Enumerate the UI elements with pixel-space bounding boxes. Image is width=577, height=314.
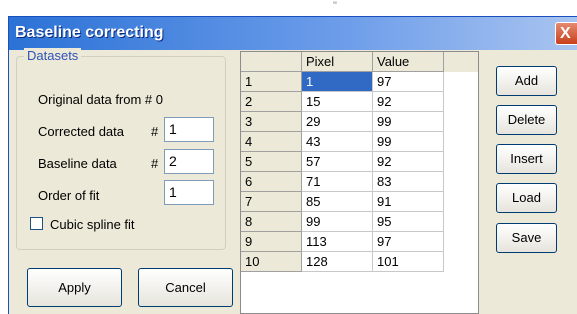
add-button[interactable]: Add [496,66,557,96]
pixel-cell[interactable]: 1 [302,72,373,92]
pixel-cell[interactable]: 57 [302,152,373,172]
value-cell[interactable]: 91 [373,192,444,212]
value-cell[interactable]: 97 [373,72,444,92]
row-number[interactable]: 2 [241,92,302,112]
row-number[interactable]: 9 [241,232,302,252]
data-grid: Pixel Value 1 1 97 2 15 92 3 29 99 4 43 … [240,51,479,314]
corrected-data-input[interactable]: 1 [164,117,214,142]
pixel-cell[interactable]: 113 [302,232,373,252]
cancel-button[interactable]: Cancel [138,268,233,307]
datasets-group-label: Datasets [24,48,82,63]
corrected-hash: # [151,124,159,139]
row-number[interactable]: 3 [241,112,302,132]
row-number[interactable]: 8 [241,212,302,232]
dialog-title: Baseline correcting [15,24,164,41]
top-mark: " [333,0,337,12]
table-row: 6 71 83 [241,172,478,192]
order-of-fit-input[interactable]: 1 [164,180,214,205]
pixel-cell[interactable]: 71 [302,172,373,192]
corrected-data-label: Corrected data [38,124,124,139]
column-header-value[interactable]: Value [373,52,444,72]
delete-button[interactable]: Delete [496,105,557,135]
table-row: 3 29 99 [241,112,478,132]
grid-header: Pixel Value [241,52,478,72]
cubic-spline-label: Cubic spline fit [50,217,135,232]
row-number[interactable]: 10 [241,252,302,272]
row-number[interactable]: 1 [241,72,302,92]
pixel-cell[interactable]: 15 [302,92,373,112]
value-cell[interactable]: 92 [373,92,444,112]
value-cell[interactable]: 97 [373,232,444,252]
pixel-cell[interactable]: 99 [302,212,373,232]
table-row: 10 128 101 [241,252,478,272]
value-cell[interactable]: 83 [373,172,444,192]
original-data-label: Original data from # 0 [38,92,164,107]
table-row: 1 1 97 [241,72,478,92]
table-row: 2 15 92 [241,92,478,112]
cubic-spline-checkbox[interactable] [30,217,43,230]
table-row: 4 43 99 [241,132,478,152]
save-button[interactable]: Save [496,223,557,253]
table-row: 9 113 97 [241,232,478,252]
pixel-cell[interactable]: 29 [302,112,373,132]
row-number[interactable]: 7 [241,192,302,212]
value-cell[interactable]: 101 [373,252,444,272]
baseline-data-input[interactable]: 2 [164,149,214,174]
value-cell[interactable]: 99 [373,132,444,152]
apply-button[interactable]: Apply [27,268,122,307]
load-button[interactable]: Load [496,183,557,213]
pixel-cell[interactable]: 85 [302,192,373,212]
value-cell[interactable]: 92 [373,152,444,172]
insert-button[interactable]: Insert [496,144,557,174]
pixel-cell[interactable]: 43 [302,132,373,152]
column-header-pixel[interactable]: Pixel [302,52,373,72]
table-row: 8 99 95 [241,212,478,232]
table-row: 7 85 91 [241,192,478,212]
baseline-hash: # [151,156,159,171]
baseline-data-label: Baseline data [38,156,117,171]
table-row: 5 57 92 [241,152,478,172]
title-bar[interactable]: Baseline correcting X [9,17,577,50]
value-cell[interactable]: 99 [373,112,444,132]
grid-corner [241,52,302,72]
row-number[interactable]: 4 [241,132,302,152]
value-cell[interactable]: 95 [373,212,444,232]
row-number[interactable]: 5 [241,152,302,172]
order-of-fit-label: Order of fit [38,188,100,203]
close-button[interactable]: X [555,22,577,45]
close-icon: X [560,25,571,42]
row-number[interactable]: 6 [241,172,302,192]
pixel-cell[interactable]: 128 [302,252,373,272]
